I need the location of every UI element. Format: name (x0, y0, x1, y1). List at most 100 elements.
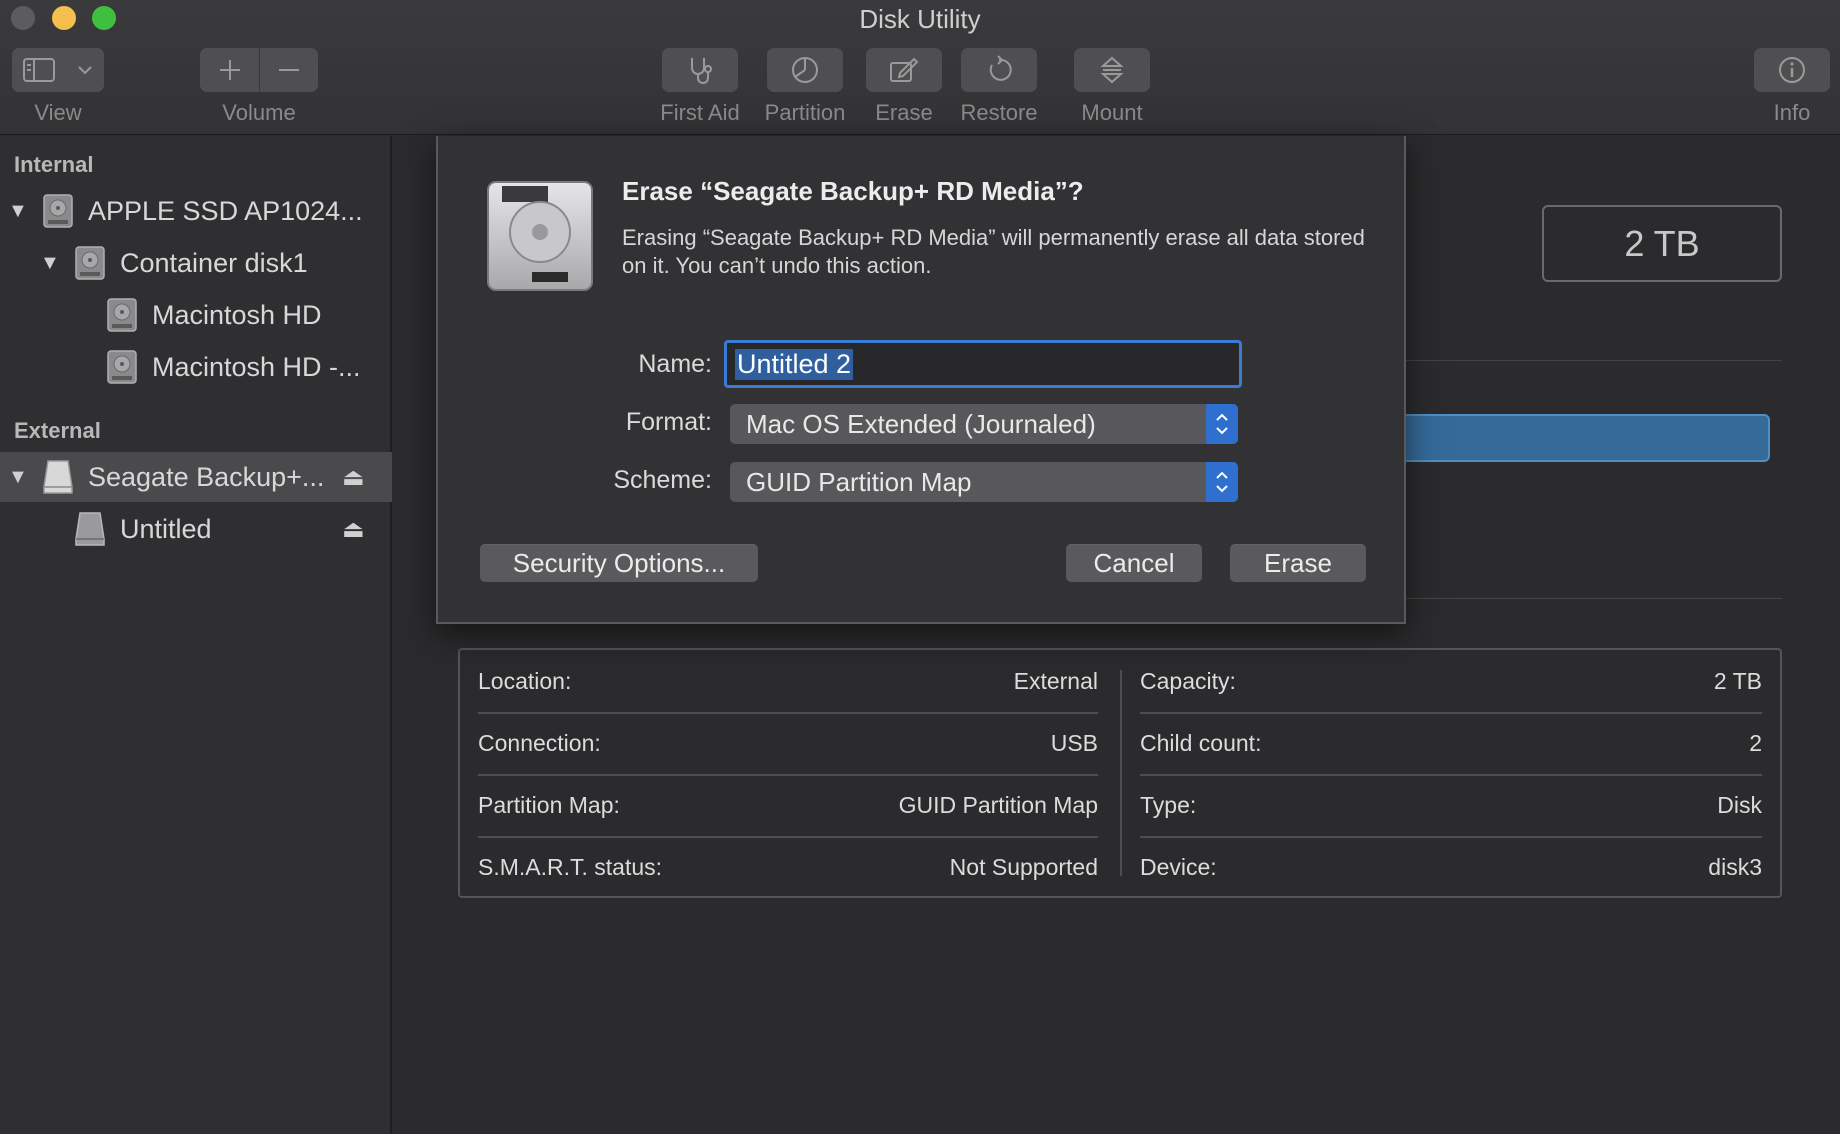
format-label: Format: (625, 408, 712, 436)
erase-dialog: Erase “Seagate Backup+ RD Media”? Erasin… (436, 136, 1406, 624)
dialog-title: Erase “Seagate Backup+ RD Media”? (622, 176, 1084, 206)
volume-segmented-control (200, 48, 318, 92)
first-aid-button[interactable] (662, 48, 738, 92)
name-input-value: Untitled 2 (735, 348, 854, 380)
sidebar-item-macintosh-hd[interactable]: Macintosh HD (0, 290, 392, 340)
sidebar: Internal ▼ APPLE SSD AP1024... ▼ Contain… (0, 136, 392, 1134)
sidebar-item-label: Container disk1 (120, 247, 308, 278)
eject-icon[interactable]: ⏏ (342, 515, 365, 544)
info-key: Connection: (478, 729, 601, 756)
first-aid-label: First Aid (660, 100, 740, 125)
info-value: GUID Partition Map (898, 791, 1098, 818)
stethoscope-icon (691, 58, 712, 84)
sidebar-item-container-disk1[interactable]: ▼ Container disk1 (0, 238, 392, 288)
sidebar-item-apple-ssd[interactable]: ▼ APPLE SSD AP1024... (0, 186, 392, 236)
info-key: S.M.A.R.T. status: (478, 853, 663, 880)
sidebar-section-external: External (14, 418, 101, 443)
erase-button[interactable]: Erase (1230, 544, 1366, 582)
info-key: Capacity: (1140, 667, 1236, 694)
info-icon (1779, 57, 1805, 83)
partition-label: Partition (764, 100, 846, 125)
dialog-message: Erasing “Seagate Backup+ RD Media” will … (622, 225, 1365, 278)
info-label: Info (1773, 100, 1811, 125)
info-value: 2 TB (1713, 667, 1762, 694)
info-key: Device: (1140, 853, 1217, 880)
hard-drive-icon (75, 512, 105, 546)
minus-icon (279, 69, 299, 71)
info-value: Disk (1717, 791, 1762, 818)
popup-arrows-icon (1206, 404, 1238, 444)
info-key: Child count: (1140, 729, 1262, 756)
security-options-button[interactable]: Security Options... (480, 544, 758, 582)
info-button[interactable] (1754, 48, 1830, 92)
info-value: Not Supported (949, 853, 1098, 880)
sidebar-item-seagate[interactable]: ▼ Seagate Backup+... ⏏ (0, 452, 392, 502)
sidebar-item-label: APPLE SSD AP1024... (88, 195, 363, 226)
mount-button[interactable] (1074, 48, 1150, 92)
cancel-button[interactable]: Cancel (1066, 544, 1202, 582)
column-divider (1120, 670, 1122, 876)
add-volume-button[interactable] (200, 48, 259, 92)
disk-icon (43, 194, 73, 228)
info-value: 2 (1749, 729, 1762, 756)
sidebar-view-icon (23, 58, 55, 82)
info-key: Partition Map: (478, 791, 620, 818)
info-key: Location: (478, 667, 572, 694)
chevron-down-icon (78, 66, 92, 75)
mount-icon (1100, 56, 1124, 84)
format-popup[interactable]: Mac OS Extended (Journaled) (730, 404, 1238, 444)
hard-drive-icon (43, 460, 73, 494)
toolbar: Disk Utility View Volume First Aid Parti… (0, 0, 1840, 135)
remove-volume-button[interactable] (259, 48, 318, 92)
disclosure-triangle-icon[interactable]: ▼ (40, 252, 60, 275)
info-value: USB (1050, 729, 1098, 756)
restore-icon (989, 55, 1012, 81)
format-popup-value: Mac OS Extended (Journaled) (746, 408, 1096, 439)
view-button[interactable] (12, 48, 104, 92)
restore-label: Restore (960, 100, 1038, 125)
name-label: Name: (638, 350, 712, 378)
sidebar-item-label: Macintosh HD -... (152, 351, 361, 382)
info-row-capacity: Capacity: 2 TB (1140, 650, 1762, 712)
mount-label: Mount (1081, 100, 1143, 125)
divider (1406, 360, 1782, 361)
scheme-label: Scheme: (613, 466, 712, 494)
info-key: Type: (1140, 791, 1197, 818)
volume-label: Volume (222, 100, 296, 125)
info-row-connection: Connection: USB (478, 712, 1098, 774)
erase-toolbar-label: Erase (875, 100, 933, 125)
info-row-child-count: Child count: 2 (1140, 712, 1762, 774)
disclosure-triangle-icon[interactable]: ▼ (8, 466, 28, 489)
info-value: disk3 (1708, 853, 1762, 880)
disk-icon (107, 298, 137, 332)
hard-drive-icon (487, 181, 593, 291)
popup-arrows-icon (1206, 462, 1238, 502)
disk-icon (107, 350, 137, 384)
info-row-partition-map: Partition Map: GUID Partition Map (478, 774, 1098, 836)
eraser-icon (890, 57, 919, 82)
disk-icon (75, 246, 105, 280)
restore-button[interactable] (961, 48, 1037, 92)
info-row-type: Type: Disk (1140, 774, 1762, 836)
plus-icon (219, 60, 240, 80)
capacity-display: 2 TB (1542, 205, 1782, 282)
sidebar-item-label: Untitled (120, 513, 212, 544)
info-row-location: Location: External (478, 650, 1098, 712)
pie-icon (792, 57, 818, 83)
eject-icon[interactable]: ⏏ (342, 463, 365, 492)
sidebar-section-internal: Internal (14, 152, 94, 177)
disclosure-triangle-icon[interactable]: ▼ (8, 200, 28, 223)
info-table: Location: External Connection: USB Parti… (458, 648, 1782, 898)
sidebar-item-untitled[interactable]: Untitled ⏏ (0, 504, 392, 554)
scheme-popup-value: GUID Partition Map (746, 466, 972, 497)
name-input[interactable]: Untitled 2 (724, 340, 1242, 388)
partition-button[interactable] (767, 48, 843, 92)
sidebar-item-label: Macintosh HD (152, 299, 322, 330)
sidebar-item-macintosh-hd-data[interactable]: Macintosh HD -... (0, 342, 392, 392)
scheme-popup[interactable]: GUID Partition Map (730, 462, 1238, 502)
divider (1406, 598, 1782, 599)
erase-toolbar-button[interactable] (866, 48, 942, 92)
info-row-smart: S.M.A.R.T. status: Not Supported (478, 836, 1098, 898)
info-value: External (1013, 667, 1098, 694)
info-row-device: Device: disk3 (1140, 836, 1762, 898)
